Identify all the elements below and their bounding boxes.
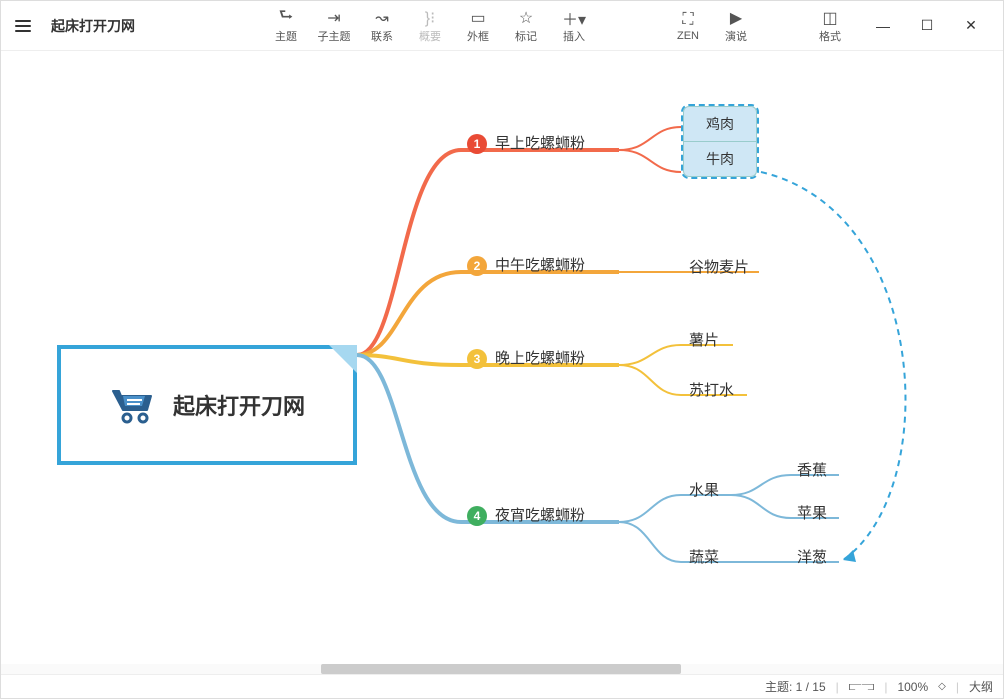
branch-1-label: 早上吃螺蛳粉 [495,135,585,152]
cart-icon [109,385,159,425]
statusbar: 主题: 1 / 15 | ⫍⫎ | 100% ◇ | 大纲 [1,674,1003,698]
menu-icon[interactable] [11,16,35,36]
minimize-button[interactable]: — [861,6,905,46]
branch-2-label: 中午吃螺蛳粉 [495,257,585,274]
maximize-button[interactable]: ☐ [905,6,949,46]
zoom-level[interactable]: 100% [897,680,928,694]
leaf-node[interactable]: 洋葱 [797,546,827,567]
scrollbar-horizontal[interactable] [1,664,1003,674]
subtopic-icon: ⇥ [327,8,340,28]
toolbar-group-view: ⛶ZEN ▶演说 [665,4,759,48]
leaf-node[interactable]: 牛肉 [683,142,757,177]
branch-node-4[interactable]: 4 夜宵吃螺蛳粉 [467,504,585,526]
badge-4-icon: 4 [467,506,487,526]
branch-3-label: 晚上吃螺蛳粉 [495,350,585,367]
badge-2-icon: 2 [467,256,487,276]
relation-button[interactable]: ↝联系 [359,4,405,48]
branch-node-2[interactable]: 2 中午吃螺蛳粉 [467,254,585,276]
sub-node[interactable]: 蔬菜 [689,546,719,567]
relation-icon: ↝ [375,8,388,28]
insert-button[interactable]: ＋▾插入 [551,4,597,48]
marker-button[interactable]: ☆标记 [503,4,549,48]
root-node[interactable]: 起床打开刀网 [57,345,357,465]
boundary-button[interactable]: ▭外框 [455,4,501,48]
format-icon: ◫ [822,8,837,28]
sub-node[interactable]: 水果 [689,479,719,500]
present-button[interactable]: ▶演说 [713,4,759,48]
toolbar-group-edit: ⮑主题 ⇥子主题 ↝联系 }⁝概要 ▭外框 ☆标记 ＋▾插入 [263,4,597,48]
present-icon: ▶ [730,8,742,28]
topic-count: 主题: 1 / 15 [765,678,826,695]
summary-button: }⁝概要 [407,4,453,48]
outline-button[interactable]: 大纲 [969,678,993,695]
zen-icon: ⛶ [682,10,693,30]
branch-node-3[interactable]: 3 晚上吃螺蛳粉 [467,347,585,369]
topic-button[interactable]: ⮑主题 [263,4,309,48]
insert-icon: ＋▾ [562,8,586,28]
close-button[interactable]: ✕ [949,6,993,46]
toolbar: 起床打开刀网 ⮑主题 ⇥子主题 ↝联系 }⁝概要 ▭外框 ☆标记 ＋▾插入 ⛶Z… [1,1,1003,51]
leaf-node[interactable]: 薯片 [689,329,719,350]
scrollbar-thumb[interactable] [321,664,681,674]
leaf-node[interactable]: 鸡肉 [683,106,757,142]
selection-boundary[interactable]: 鸡肉 牛肉 [681,104,759,179]
zen-button[interactable]: ⛶ZEN [665,4,711,48]
map-icon[interactable]: ⫍⫎ [849,679,875,694]
summary-icon: }⁝ [425,8,435,28]
mindmap-canvas[interactable]: 起床打开刀网 1 早上吃螺蛳粉 鸡肉 牛肉 2 中午吃螺蛳粉 谷物麦片 3 晚上吃螺蛳… [1,52,1003,674]
leaf-node[interactable]: 苏打水 [689,379,734,400]
branch-node-1[interactable]: 1 早上吃螺蛳粉 [467,132,585,154]
leaf-node[interactable]: 谷物麦片 [689,256,749,277]
window-controls: — ☐ ✕ [861,6,993,46]
topic-icon: ⮑ [279,8,293,28]
chevron-icon[interactable]: ◇ [938,681,946,692]
subtopic-button[interactable]: ⇥子主题 [311,4,357,48]
marker-icon: ☆ [519,8,533,28]
badge-3-icon: 3 [467,349,487,369]
format-button[interactable]: ◫格式 [807,4,853,48]
branch-4-label: 夜宵吃螺蛳粉 [495,507,585,524]
root-label: 起床打开刀网 [173,389,305,421]
leaf-node[interactable]: 香蕉 [797,459,827,480]
document-title: 起床打开刀网 [51,16,135,36]
boundary-icon: ▭ [470,8,485,28]
leaf-node[interactable]: 苹果 [797,502,827,523]
badge-1-icon: 1 [467,134,487,154]
